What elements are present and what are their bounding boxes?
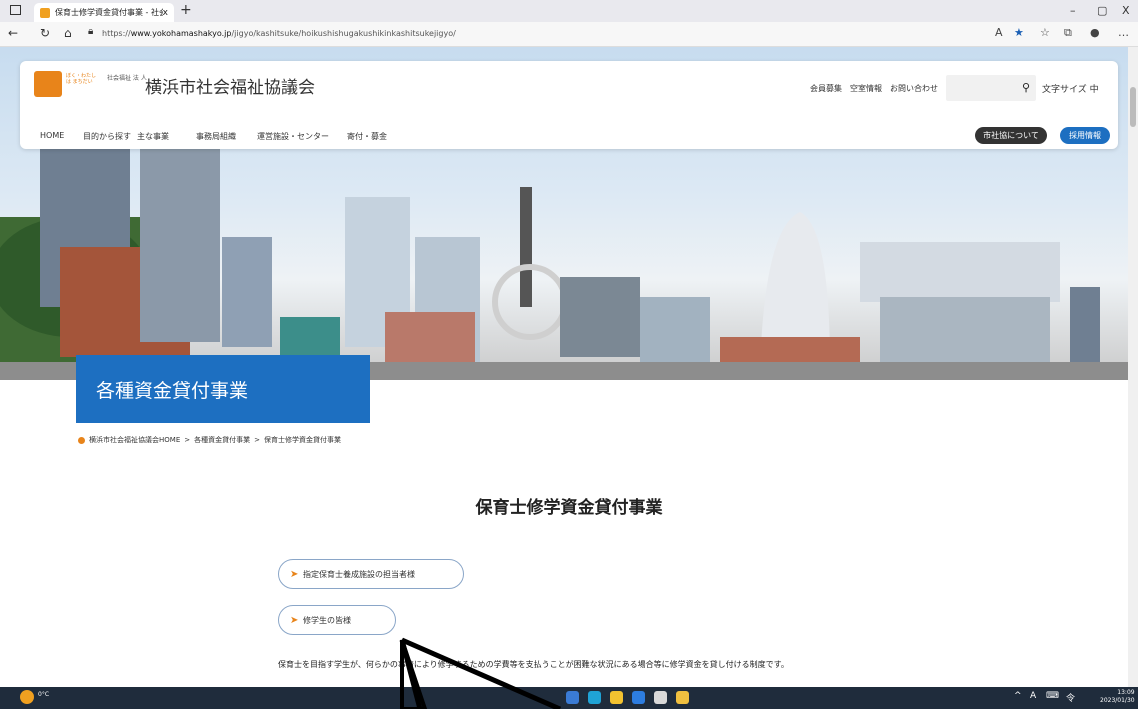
util-link-vacancy[interactable]: 空室情報 xyxy=(850,83,882,94)
logo-tagline: ぼく・わたしは まちだい xyxy=(66,73,97,85)
util-link-contact[interactable]: お問い合わせ xyxy=(890,83,938,94)
ime-icon[interactable]: A xyxy=(1030,691,1036,701)
nav-donation[interactable]: 寄付・募金 xyxy=(347,131,387,142)
collections-icon[interactable]: ⧉ xyxy=(1064,26,1072,40)
breadcrumb-current: 保育士修学資金貸付事業 xyxy=(264,436,341,444)
breadcrumb: 横浜市社会福祉協議会HOME > 各種資金貸付事業 > 保育士修学資金貸付事業 xyxy=(78,435,341,445)
breadcrumb-separator: > xyxy=(184,436,191,444)
maximize-button[interactable]: ▢ xyxy=(1097,4,1107,17)
students-label: 修学生の皆様 xyxy=(303,615,351,625)
url-domain: www.yokohamashakyo.jp xyxy=(130,29,232,38)
weather-icon[interactable] xyxy=(20,690,34,704)
clock[interactable]: 13:09 2023/01/30 xyxy=(1100,689,1135,705)
windows-taskbar: 0°C ^ A ⌨ 令 13:09 2023/01/30 xyxy=(0,687,1138,709)
pin-icon: ➤ xyxy=(290,569,299,580)
site-header: ぼく・わたしは まちだい 社会福祉 法 人 横浜市社会福祉協議会 会員募集 空室… xyxy=(20,61,1118,149)
about-button[interactable]: 市社協について xyxy=(975,127,1047,144)
app-icon[interactable] xyxy=(654,691,667,704)
profile-icon[interactable]: ● xyxy=(1090,26,1100,39)
url-prefix: https:// xyxy=(102,29,131,38)
nav-main-projects[interactable]: 主な事業 xyxy=(137,131,169,142)
nav-secretariat[interactable]: 事務局組織 xyxy=(196,131,236,142)
tray-overflow-icon[interactable]: ^ xyxy=(1014,691,1022,701)
lock-icon[interactable]: 🔒︎ xyxy=(88,26,93,37)
intro-paragraph: 保育士を目指す学生が、何らかの事情により修学するための学費等を支払うことが困難な… xyxy=(278,660,789,669)
home-icon[interactable]: ⌂ xyxy=(64,26,72,40)
browser-tab[interactable]: 保育士修学資金貸付事業 - 社会 x xyxy=(34,3,174,22)
store-icon[interactable] xyxy=(632,691,645,704)
search-icon[interactable]: ⚲ xyxy=(1022,81,1030,94)
page-heading: 保育士修学資金貸付事業 xyxy=(475,498,663,518)
site-favicon-icon xyxy=(40,7,50,18)
pin-icon: ➤ xyxy=(290,615,299,626)
tab-close-icon[interactable]: x xyxy=(163,8,168,18)
folder-icon[interactable] xyxy=(676,691,689,704)
breadcrumb-separator: > xyxy=(254,436,260,444)
students-button[interactable]: ➤ 修学生の皆様 xyxy=(278,605,396,635)
refresh-icon[interactable]: ↻ xyxy=(40,26,50,40)
search-input[interactable]: ⚲ xyxy=(946,75,1036,101)
facility-staff-label: 指定保育士養成施設の担当者様 xyxy=(303,569,415,579)
url-field[interactable]: https://www.yokohamashakyo.jp/jigyo/kash… xyxy=(102,25,982,42)
web-page: ぼく・わたしは まちだい 社会福祉 法 人 横浜市社会福祉協議会 会員募集 空室… xyxy=(0,47,1138,687)
read-aloud-icon[interactable]: A xyxy=(995,26,1003,39)
browser-tab-bar: 保育士修学資金貸付事業 - 社会 x + – ▢ X xyxy=(0,0,1138,22)
facility-staff-button[interactable]: ➤ 指定保育士養成施設の担当者様 xyxy=(278,559,464,589)
page-scrollbar[interactable] xyxy=(1128,47,1138,687)
org-name[interactable]: 横浜市社会福祉協議会 xyxy=(145,73,315,98)
scrollbar-thumb[interactable] xyxy=(1130,87,1136,127)
clock-date: 2023/01/30 xyxy=(1100,697,1135,704)
nav-facilities[interactable]: 運営施設・センター xyxy=(257,131,329,142)
favorite-star-icon[interactable]: ★ xyxy=(1014,26,1024,39)
network-icon[interactable]: 令 xyxy=(1066,691,1075,704)
breadcrumb-loans[interactable]: 各種資金貸付事業 xyxy=(194,435,250,445)
home-icon xyxy=(78,436,85,444)
tab-actions-icon[interactable] xyxy=(10,5,21,15)
nav-home[interactable]: HOME xyxy=(40,131,64,140)
more-menu-icon[interactable]: … xyxy=(1118,26,1129,39)
corp-type: 社会福祉 法 人 xyxy=(107,75,147,82)
keyboard-icon[interactable]: ⌨ xyxy=(1046,691,1059,701)
favorites-icon[interactable]: ☆ xyxy=(1040,26,1050,39)
back-icon[interactable]: ← xyxy=(8,26,18,40)
file-explorer-icon[interactable] xyxy=(610,691,623,704)
minimize-button[interactable]: – xyxy=(1070,4,1076,17)
breadcrumb-home[interactable]: 横浜市社会福祉協議会HOME xyxy=(89,435,180,445)
clock-time: 13:09 xyxy=(1117,689,1135,696)
address-bar-row: ← ↻ ⌂ 🔒︎ https://www.yokohamashakyo.jp/j… xyxy=(0,22,1138,47)
edge-app-icon[interactable] xyxy=(566,691,579,704)
logo-icon[interactable] xyxy=(34,71,62,97)
font-size-toggle[interactable]: 文字サイズ 中 xyxy=(1042,82,1099,95)
recruit-button[interactable]: 採用情報 xyxy=(1060,127,1110,144)
tab-title: 保育士修学資金貸付事業 - 社会 xyxy=(55,8,163,17)
url-path: /jigyo/kashitsuke/hoikushishugakushikink… xyxy=(231,29,456,38)
new-tab-button[interactable]: + xyxy=(180,2,192,18)
section-title: 各種資金貸付事業 xyxy=(76,355,370,423)
nav-purpose[interactable]: 目的から探す xyxy=(83,131,131,142)
close-window-button[interactable]: X xyxy=(1122,4,1130,17)
weather-temp: 0°C xyxy=(38,691,50,698)
app-icon[interactable] xyxy=(588,691,601,704)
util-link-membership[interactable]: 会員募集 xyxy=(810,83,842,94)
